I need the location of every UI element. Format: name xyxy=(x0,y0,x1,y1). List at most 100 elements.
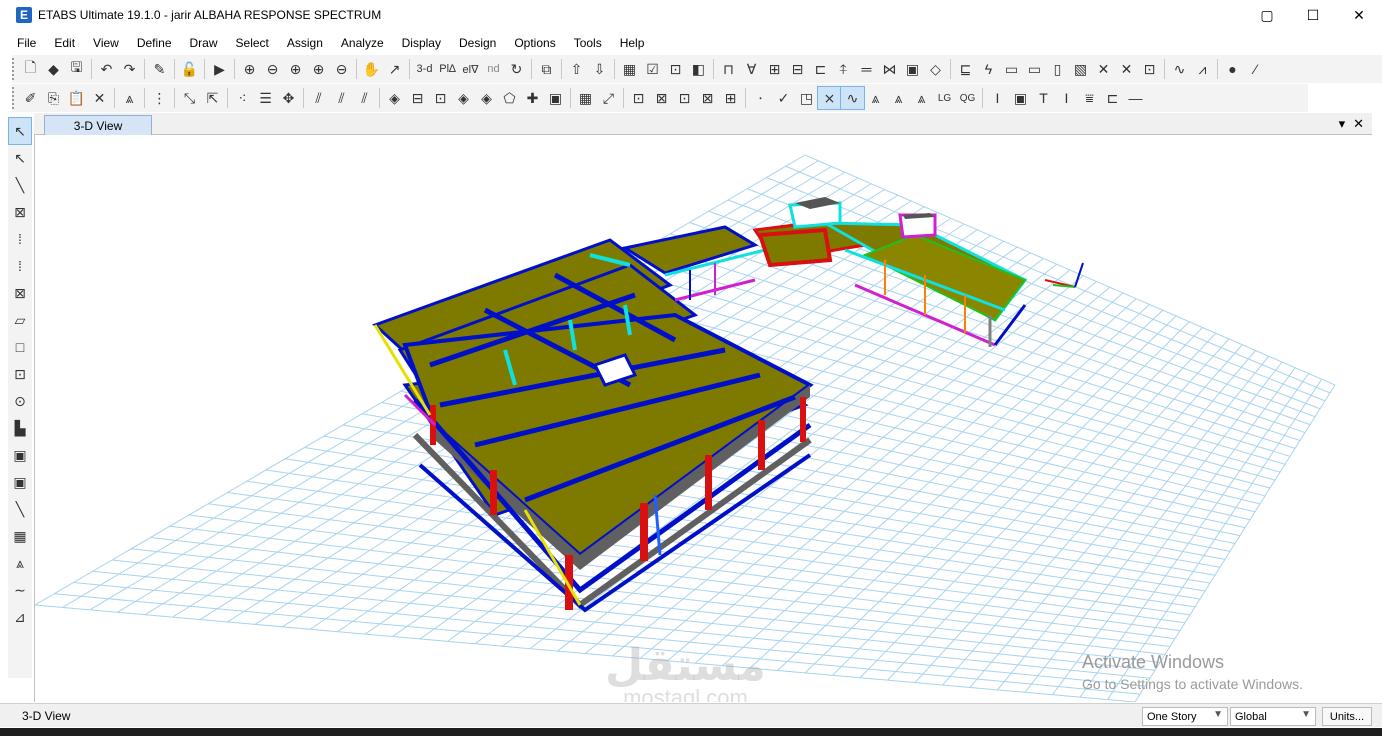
polygon-icon[interactable]: ⬠ xyxy=(498,87,521,109)
menu-edit[interactable]: Edit xyxy=(45,36,84,50)
menu-help[interactable]: Help xyxy=(611,36,654,50)
copy-icon[interactable]: ⎘ xyxy=(42,87,65,109)
wave-icon[interactable]: ∿ xyxy=(1168,58,1191,80)
snap-lg-icon[interactable]: LG xyxy=(933,87,956,109)
snap-line-icon[interactable]: ✓ xyxy=(772,87,795,109)
snap-edge-icon[interactable]: ◳ xyxy=(795,87,818,109)
display-options-icon[interactable]: ⊡ xyxy=(664,58,687,80)
menu-display[interactable]: Display xyxy=(393,36,450,50)
lightning-icon[interactable]: ϟ xyxy=(977,58,1000,80)
slab-icon[interactable]: ▣ xyxy=(901,58,924,80)
box-icon[interactable]: ▯ xyxy=(1046,58,1069,80)
scale-icon[interactable]: ⤡ xyxy=(178,87,201,109)
concrete-design-icon[interactable]: ✕ xyxy=(1092,58,1115,80)
zoom-out-icon[interactable]: ⊖ xyxy=(330,58,353,80)
divide-frame-icon[interactable]: ⫽ xyxy=(307,87,330,109)
draw-shell-icon[interactable]: ▣ xyxy=(1009,87,1032,109)
beam-icon[interactable]: ═ xyxy=(855,58,878,80)
menu-design[interactable]: Design xyxy=(450,36,505,50)
menu-options[interactable]: Options xyxy=(505,36,564,50)
ratio-icon[interactable]: ⁄ xyxy=(1244,58,1267,80)
story-select[interactable]: One Story ▼ xyxy=(1142,707,1228,726)
menu-file[interactable]: File xyxy=(8,36,45,50)
steel-design-icon[interactable]: ✕ xyxy=(1115,58,1138,80)
align-icon[interactable]: ☰ xyxy=(254,87,277,109)
coordinate-system-select[interactable]: Global ▼ xyxy=(1230,707,1316,726)
draw-wall-icon[interactable]: ⊏ xyxy=(1101,87,1124,109)
tab-dropdown-icon[interactable]: ▾ xyxy=(1339,116,1346,132)
draw-link-icon[interactable]: ╲ xyxy=(9,496,31,522)
pointer-icon[interactable]: ↗ xyxy=(383,58,406,80)
tower-icon[interactable]: ⩓ xyxy=(118,87,141,109)
merge-icon[interactable]: ⊟ xyxy=(406,87,429,109)
draw-wall-object-icon[interactable]: ▙ xyxy=(9,415,31,441)
draw-opening-icon[interactable]: ▣ xyxy=(9,469,31,495)
draw-point-icon[interactable]: ⊡ xyxy=(9,361,31,387)
view-3d-button[interactable]: 3-d xyxy=(413,58,436,80)
lock-icon[interactable]: 🔓 xyxy=(178,58,201,80)
draw-tendon-icon[interactable]: ⩓ xyxy=(9,550,31,576)
model-3d-viewport[interactable]: Activate Windows Go to Settings to activ… xyxy=(34,135,1372,702)
color-icon[interactable]: ● xyxy=(1221,58,1244,80)
delete-icon[interactable]: ✕ xyxy=(88,87,111,109)
menu-assign[interactable]: Assign xyxy=(278,36,332,50)
menu-draw[interactable]: Draw xyxy=(181,36,227,50)
tab-close-icon[interactable]: ✕ xyxy=(1353,116,1364,132)
select-arrow-icon[interactable]: ↖ xyxy=(8,117,32,145)
draw-wave-icon[interactable]: ∼ xyxy=(9,577,31,603)
draw-rectangle-icon[interactable]: □ xyxy=(9,334,31,360)
draw-dimension-icon[interactable]: ⊿ xyxy=(9,604,31,630)
select-pointer-icon[interactable]: ⊡ xyxy=(673,87,696,109)
zoom-previous-icon[interactable]: ⊖ xyxy=(261,58,284,80)
clear-selection-icon[interactable]: ⊠ xyxy=(650,87,673,109)
frame-icon[interactable]: ⊓ xyxy=(717,58,740,80)
offset-icon[interactable]: ◈ xyxy=(475,87,498,109)
perspective-icon[interactable]: ⧉ xyxy=(535,58,558,80)
draw-line-icon[interactable]: — xyxy=(1124,87,1147,109)
menu-select[interactable]: Select xyxy=(227,36,278,50)
zoom-in-step-icon[interactable]: ⊕ xyxy=(307,58,330,80)
joint-reaction-icon[interactable]: ⍏ xyxy=(832,58,855,80)
plan-view-button[interactable]: Pl∆ xyxy=(436,58,459,80)
draw-brace-object-icon[interactable]: ⊠ xyxy=(9,199,31,225)
pencil-icon[interactable]: ✎ xyxy=(148,58,171,80)
redo-icon[interactable]: ↷ xyxy=(118,58,141,80)
move-icon[interactable]: ✥ xyxy=(277,87,300,109)
snap-point-icon[interactable]: ⸱ xyxy=(749,87,772,109)
select-intersect-icon[interactable]: ⤢ xyxy=(597,87,620,109)
pan-icon[interactable]: ✋ xyxy=(360,58,383,80)
draw-beam-icon[interactable]: T xyxy=(1032,87,1055,109)
zoom-window-icon[interactable]: ⊕ xyxy=(238,58,261,80)
toolbar-grip[interactable] xyxy=(12,58,16,80)
split-icon[interactable]: ✚ xyxy=(521,87,544,109)
select-prev-icon[interactable]: ⊡ xyxy=(627,87,650,109)
draw-polygon-icon[interactable]: ▱ xyxy=(9,307,31,333)
rotate-icon[interactable]: ↻ xyxy=(505,58,528,80)
snap-midpoint-icon[interactable]: ⩓ xyxy=(910,87,933,109)
undo-icon[interactable]: ↶ xyxy=(95,58,118,80)
menu-view[interactable]: View xyxy=(84,36,128,50)
draw-grid-icon[interactable]: ▦ xyxy=(9,523,31,549)
move-down-icon[interactable]: ⇩ xyxy=(588,58,611,80)
link2-icon[interactable]: ▭ xyxy=(1023,58,1046,80)
snap-qg-icon[interactable]: QG xyxy=(956,87,979,109)
close-button[interactable]: ✕ xyxy=(1336,0,1382,30)
draw-wall-stack-icon[interactable]: ▣ xyxy=(9,442,31,468)
select-all-icon[interactable]: ⊞ xyxy=(719,87,742,109)
reshape-icon[interactable]: ↖ xyxy=(9,145,31,171)
chamfer-icon[interactable]: ◈ xyxy=(452,87,475,109)
draw-column-object-icon[interactable]: ⁞ xyxy=(9,226,31,252)
units-button[interactable]: Units... xyxy=(1322,707,1372,726)
frame-box-icon[interactable]: ▣ xyxy=(544,87,567,109)
menu-define[interactable]: Define xyxy=(128,36,181,50)
toolbar-grip[interactable] xyxy=(12,87,16,109)
brush-icon[interactable]: ✐ xyxy=(19,87,42,109)
story-response-icon[interactable]: ⊏ xyxy=(809,58,832,80)
grid-lines-icon[interactable]: ⋮ xyxy=(148,87,171,109)
force-diagram-icon[interactable]: ⊞ xyxy=(763,58,786,80)
mesh-icon[interactable]: ◈ xyxy=(383,87,406,109)
wall-icon[interactable]: ◇ xyxy=(924,58,947,80)
deformed-shape-icon[interactable]: ∀ xyxy=(740,58,763,80)
hatch-icon[interactable]: ▧ xyxy=(1069,58,1092,80)
set-display-icon[interactable]: ☑ xyxy=(641,58,664,80)
